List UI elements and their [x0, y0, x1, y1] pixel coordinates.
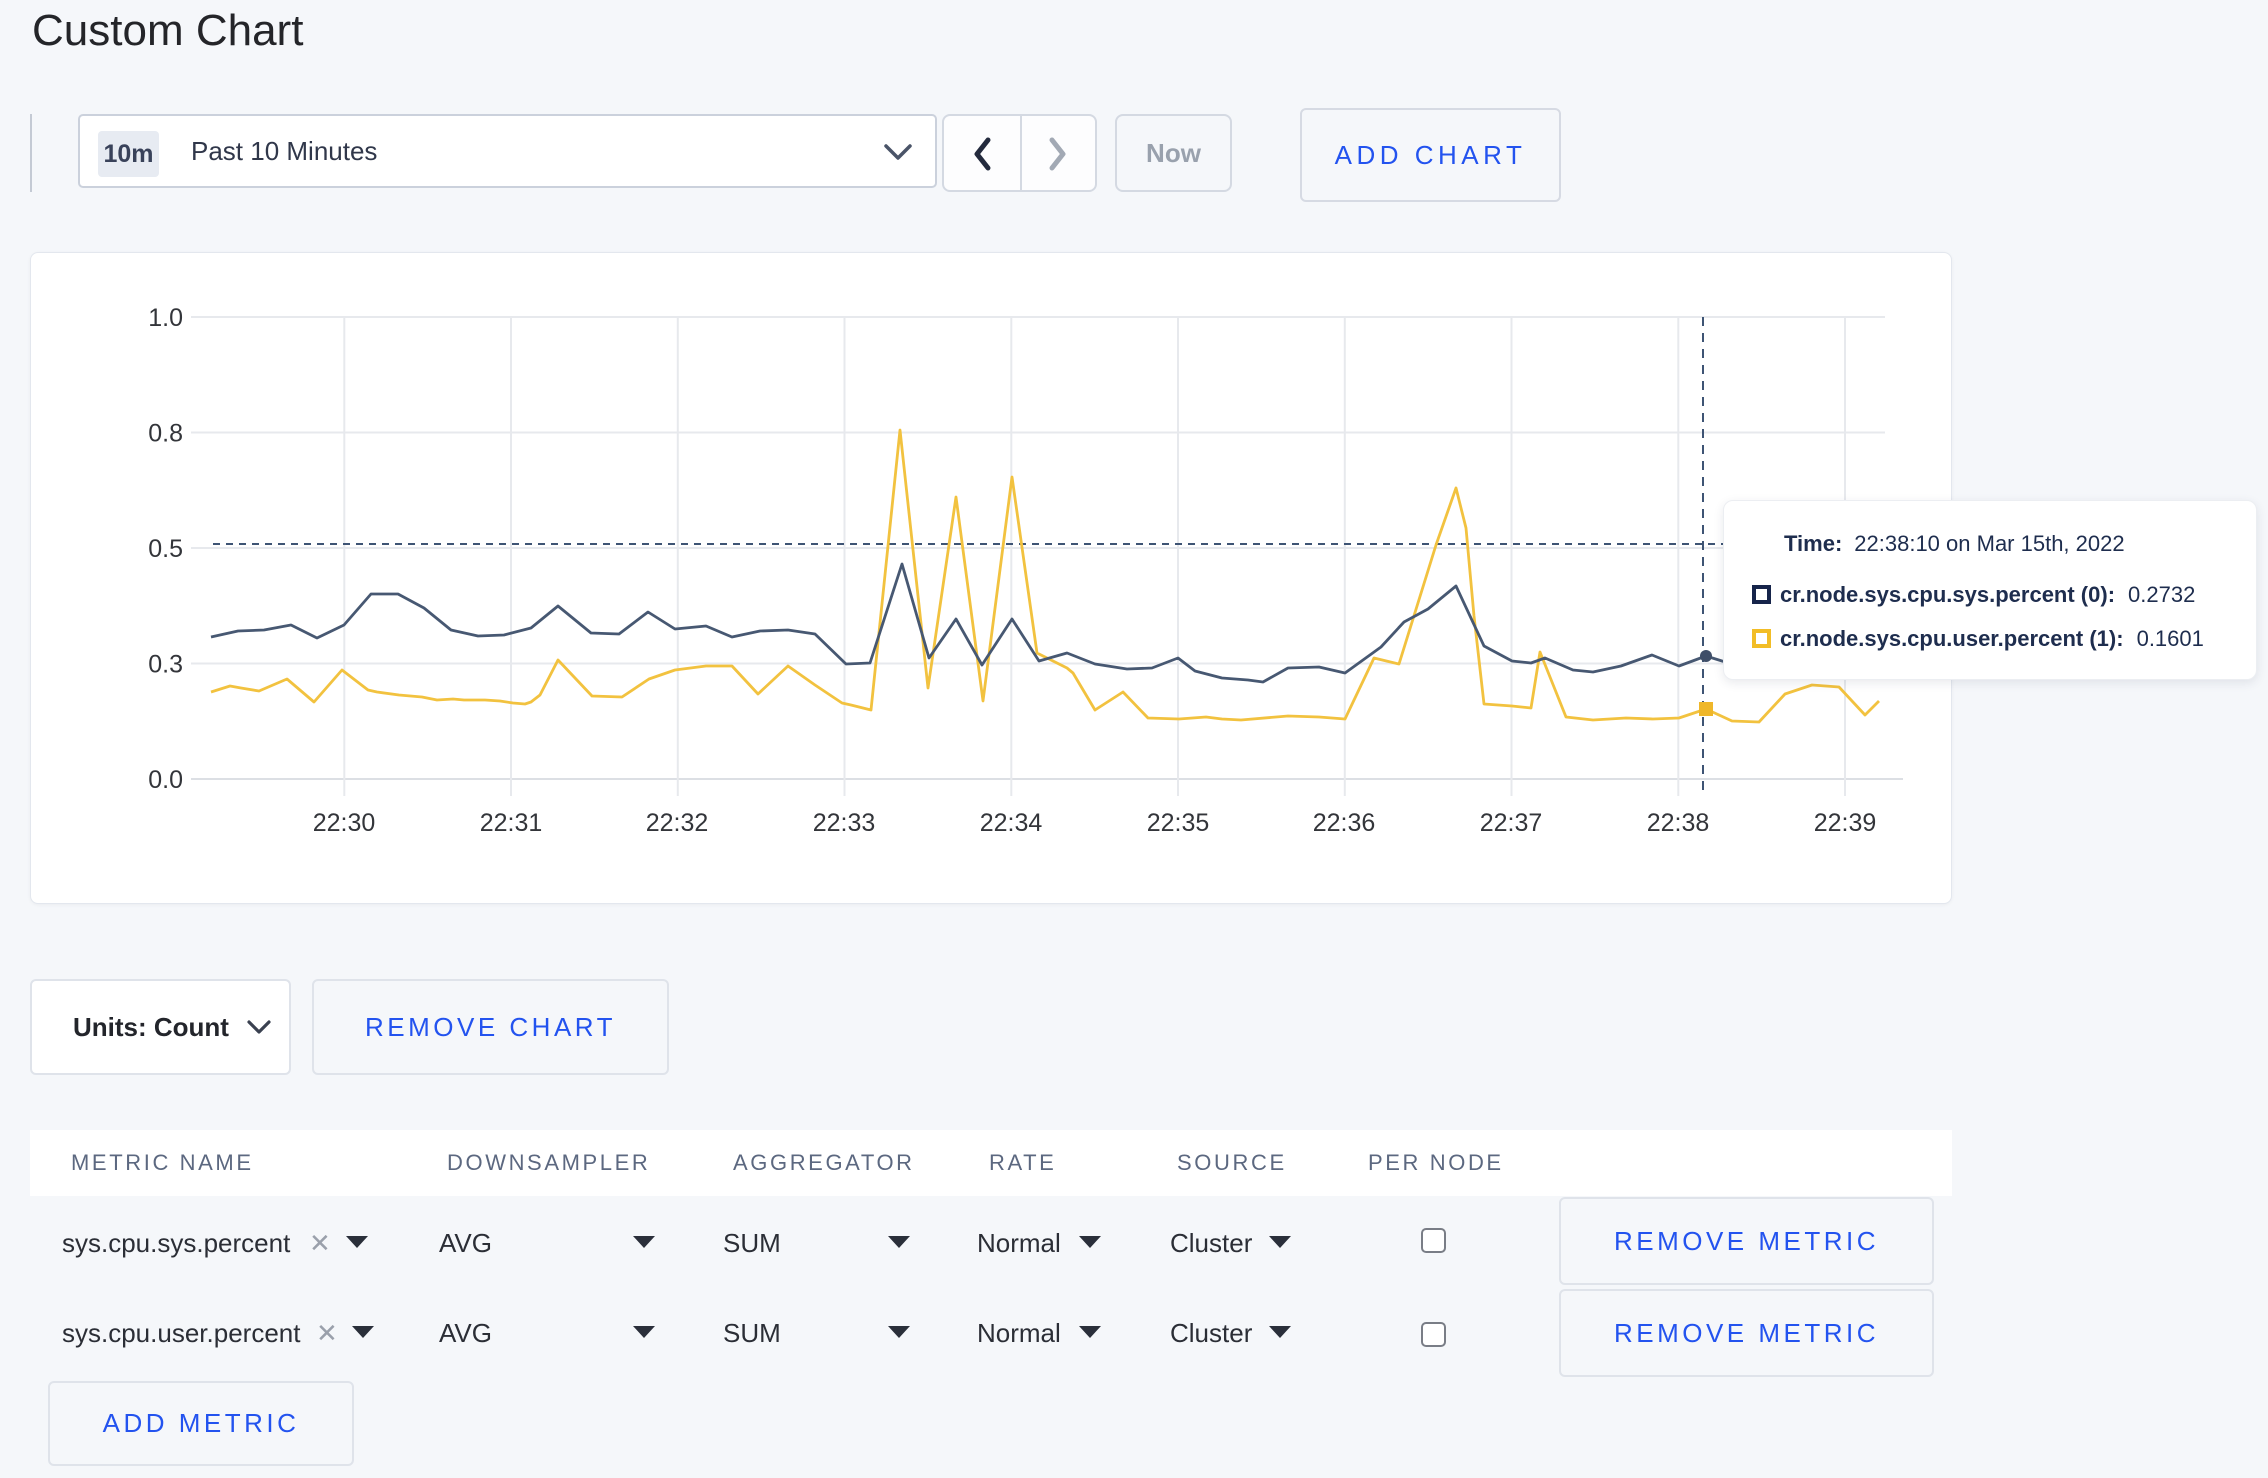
svg-text:22:38: 22:38	[1647, 809, 1710, 837]
svg-text:22:37: 22:37	[1480, 809, 1543, 837]
svg-text:22:31: 22:31	[480, 809, 543, 837]
svg-text:22:35: 22:35	[1147, 809, 1210, 837]
svg-text:22:34: 22:34	[980, 809, 1043, 837]
svg-text:22:33: 22:33	[813, 809, 876, 837]
svg-text:0.8: 0.8	[148, 420, 183, 448]
svg-text:22:36: 22:36	[1313, 809, 1376, 837]
svg-text:0.3: 0.3	[148, 651, 183, 679]
svg-text:0.0: 0.0	[148, 766, 183, 794]
svg-text:22:39: 22:39	[1814, 809, 1877, 837]
svg-text:22:30: 22:30	[313, 809, 376, 837]
svg-text:22:32: 22:32	[646, 809, 709, 837]
svg-text:0.5: 0.5	[148, 535, 183, 563]
svg-text:1.0: 1.0	[148, 304, 183, 332]
